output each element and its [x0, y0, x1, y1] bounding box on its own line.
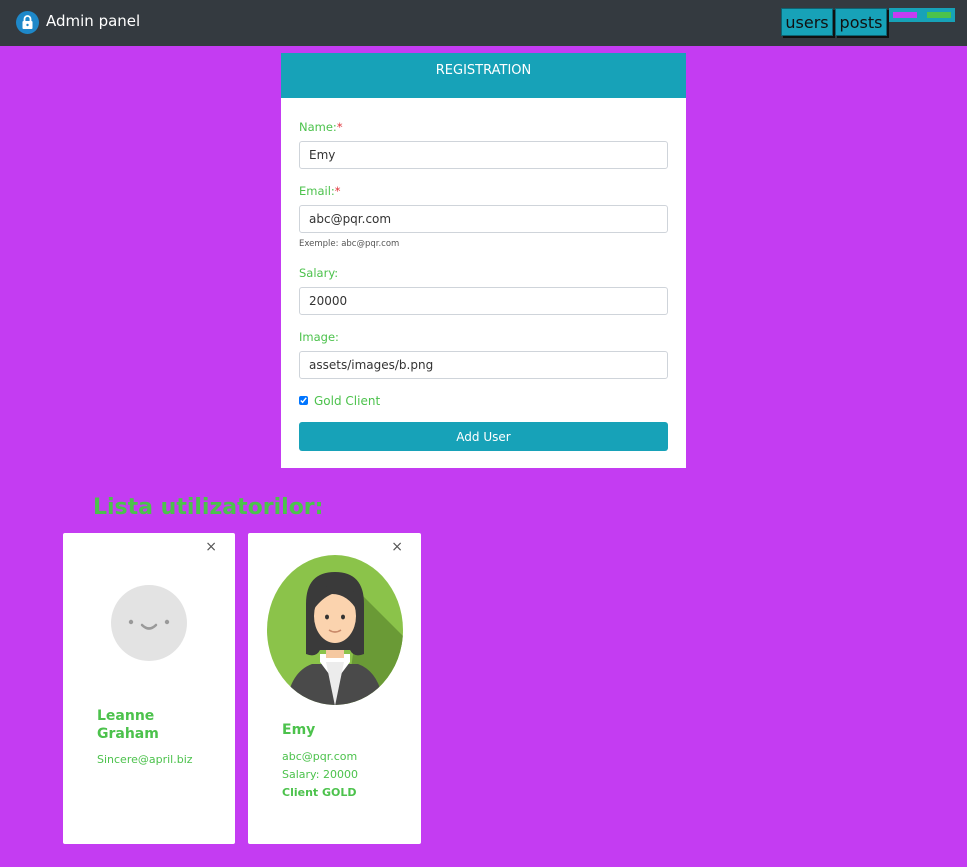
user-email: Sincere@april.biz	[97, 753, 193, 766]
required-mark: *	[336, 120, 343, 134]
registration-header: REGISTRATION	[281, 53, 686, 98]
client-status-badge: Client GOLD	[282, 786, 357, 799]
image-input[interactable]	[299, 351, 668, 379]
user-name-line: Leanne	[97, 708, 155, 724]
gold-client-label[interactable]: Gold Client	[314, 394, 380, 408]
user-salary: Salary: 20000	[282, 768, 358, 781]
woman-avatar-photo	[266, 554, 404, 710]
email-input[interactable]	[299, 205, 668, 233]
required-mark: *	[334, 184, 341, 198]
theme-green-button[interactable]	[927, 12, 951, 18]
email-label-text: Email:	[299, 184, 335, 198]
user-name: Emy	[282, 722, 316, 738]
nav-posts-button[interactable]: posts	[835, 8, 887, 36]
theme-purple-button[interactable]	[893, 12, 917, 18]
user-email: abc@pqr.com	[282, 750, 358, 763]
users-list-heading: Lista utilizatorilor:	[93, 495, 324, 520]
user-card: × Emy abc@pqr.com Salary: 20000 Client G…	[248, 533, 421, 844]
image-label: Image:	[299, 330, 339, 344]
user-name: Leanne Graham	[97, 707, 159, 743]
registration-form: REGISTRATION Name:* Email:* Exemple: abc…	[281, 53, 686, 468]
nav-users-button[interactable]: users	[781, 8, 833, 36]
name-label-text: Name:	[299, 120, 337, 134]
user-name-line: Graham	[97, 726, 159, 742]
theme-switcher	[889, 8, 955, 22]
name-label: Name:*	[299, 120, 343, 134]
gold-client-checkbox[interactable]	[299, 396, 308, 405]
default-avatar-icon	[111, 585, 187, 661]
app-title[interactable]: Admin panel	[46, 12, 140, 30]
name-input[interactable]	[299, 141, 668, 169]
close-icon[interactable]: ×	[391, 539, 403, 555]
user-card: × Leanne Graham Sincere@april.biz	[63, 533, 235, 844]
top-navbar: Admin panel users posts	[0, 0, 967, 46]
add-user-button[interactable]: Add User	[299, 422, 668, 451]
registration-title: REGISTRATION	[435, 63, 532, 78]
email-hint: Exemple: abc@pqr.com	[299, 239, 400, 249]
close-icon[interactable]: ×	[205, 539, 217, 555]
email-label: Email:*	[299, 184, 341, 198]
salary-label: Salary:	[299, 266, 339, 280]
lock-icon	[16, 11, 39, 34]
salary-input[interactable]	[299, 287, 668, 315]
